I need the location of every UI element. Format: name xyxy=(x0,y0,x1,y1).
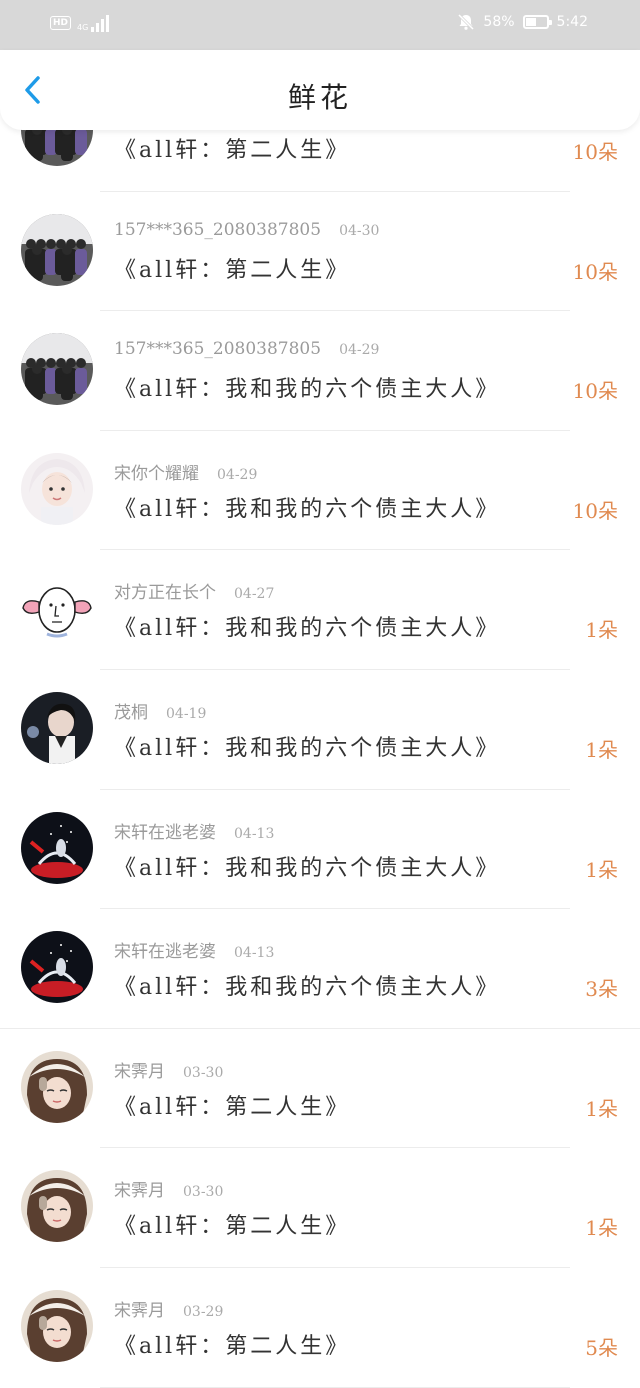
item-meta: 宋霁月 03-30 xyxy=(114,1057,223,1082)
list-item[interactable]: 茂桐 04-19 《all轩：我和我的六个债主大人》 1朵 xyxy=(0,670,640,790)
item-meta: 宋轩在逃老婆 04-13 xyxy=(114,937,274,962)
item-meta: 宋轩在逃老婆 04-13 xyxy=(114,818,274,843)
username: 茂桐 xyxy=(114,702,148,723)
gift-list: 《all轩：第二人生》 10朵 157***365_2080387805 04-30 《… xyxy=(0,72,640,1388)
clock: 5:42 xyxy=(556,14,588,30)
flower-count: 10朵 xyxy=(572,379,618,404)
avatar[interactable] xyxy=(21,1170,93,1243)
item-meta: 宋霁月 03-29 xyxy=(114,1296,223,1321)
item-meta: 宋霁月 03-30 xyxy=(114,1176,223,1201)
work-title[interactable]: 《all轩：第二人生》 xyxy=(114,1089,350,1121)
work-title[interactable]: 《all轩：第二人生》 xyxy=(114,132,350,164)
list-item[interactable]: 宋你个耀耀 04-29 《all轩：我和我的六个债主大人》 10朵 xyxy=(0,431,640,551)
list-item[interactable]: 宋霁月 03-30 《all轩：第二人生》 1朵 xyxy=(0,1148,640,1268)
list-item[interactable]: 宋霁月 03-29 《all轩：第二人生》 5朵 xyxy=(0,1268,640,1388)
flower-count: 1朵 xyxy=(585,857,618,882)
battery-fill xyxy=(525,18,537,26)
flower-count: 1朵 xyxy=(585,1096,618,1121)
flower-count: 10朵 xyxy=(572,259,618,284)
username: 宋霁月 xyxy=(114,1300,165,1321)
list-item[interactable]: 对方正在长个 04-27 《all轩：我和我的六个债主大人》 1朵 xyxy=(0,550,640,670)
date: 03-29 xyxy=(183,1303,224,1320)
work-title[interactable]: 《all轩：我和我的六个债主大人》 xyxy=(114,850,500,882)
bell-off-icon xyxy=(458,13,475,31)
username: 宋你个耀耀 xyxy=(114,463,199,484)
work-title[interactable]: 《all轩：第二人生》 xyxy=(114,1328,350,1360)
page-title: 鲜花 xyxy=(287,81,352,114)
list-item[interactable]: 宋轩在逃老婆 04-13 《all轩：我和我的六个债主大人》 3朵 xyxy=(0,909,640,1029)
username: 宋轩在逃老婆 xyxy=(114,822,216,843)
avatar[interactable] xyxy=(21,1289,93,1362)
list-item[interactable]: 157***365_2080387805 04-29 《all轩：我和我的六个债主大… xyxy=(0,311,640,431)
hd-icon: HD xyxy=(50,16,72,30)
item-meta: 对方正在长个 04-27 xyxy=(114,578,274,603)
item-meta: 宋你个耀耀 04-29 xyxy=(114,459,257,484)
avatar[interactable] xyxy=(21,1050,93,1123)
battery-percent: 58% xyxy=(483,14,515,30)
date: 04-13 xyxy=(234,945,275,962)
date: 04-19 xyxy=(166,705,207,722)
date: 04-29 xyxy=(217,466,258,483)
flower-count: 1朵 xyxy=(585,1216,618,1241)
flower-count: 3朵 xyxy=(585,977,618,1002)
work-title[interactable]: 《all轩：我和我的六个债主大人》 xyxy=(114,491,500,523)
status-right: 58% 5:42 xyxy=(457,13,588,31)
flower-count: 10朵 xyxy=(572,498,618,523)
username: 宋霁月 xyxy=(114,1061,165,1082)
avatar[interactable] xyxy=(21,213,93,286)
work-title[interactable]: 《all轩：第二人生》 xyxy=(114,252,350,284)
flower-count: 5朵 xyxy=(585,1335,618,1360)
date: 03-30 xyxy=(183,1184,224,1201)
flower-count: 10朵 xyxy=(572,140,618,164)
username: 对方正在长个 xyxy=(114,583,216,604)
battery-icon xyxy=(522,15,552,29)
username: 157***365_2080387805 xyxy=(114,219,322,240)
avatar[interactable] xyxy=(21,333,93,406)
header: 鲜花 xyxy=(0,50,640,130)
username: 宋霁月 xyxy=(114,1181,165,1202)
status-left: HD 4G xyxy=(50,14,110,32)
flower-count: 1朵 xyxy=(585,737,618,762)
avatar[interactable] xyxy=(21,811,93,884)
signal-icon xyxy=(91,14,110,32)
network-indicator: 4G xyxy=(77,14,110,32)
item-meta: 157***365_2080387805 04-30 xyxy=(114,220,379,240)
flower-count: 1朵 xyxy=(585,618,618,643)
date: 03-30 xyxy=(183,1064,224,1081)
list-item[interactable]: 宋轩在逃老婆 04-13 《all轩：我和我的六个债主大人》 1朵 xyxy=(0,790,640,910)
avatar[interactable] xyxy=(21,452,93,525)
work-title[interactable]: 《all轩：我和我的六个债主大人》 xyxy=(114,730,500,762)
avatar[interactable] xyxy=(21,572,93,645)
avatar[interactable] xyxy=(21,691,93,764)
username: 157***365_2080387805 xyxy=(114,339,322,360)
network-label: 4G xyxy=(77,23,89,32)
work-title[interactable]: 《all轩：我和我的六个债主大人》 xyxy=(114,969,500,1001)
work-title[interactable]: 《all轩：我和我的六个债主大人》 xyxy=(114,371,500,403)
item-meta: 157***365_2080387805 04-29 xyxy=(114,339,379,359)
date: 04-27 xyxy=(234,586,275,603)
date: 04-13 xyxy=(234,825,275,842)
date: 04-29 xyxy=(339,342,380,359)
date: 04-30 xyxy=(339,222,380,239)
work-title[interactable]: 《all轩：我和我的六个债主大人》 xyxy=(114,610,500,642)
list-item[interactable]: 157***365_2080387805 04-30 《all轩：第二人生》 10朵 xyxy=(0,192,640,312)
work-title[interactable]: 《all轩：第二人生》 xyxy=(114,1208,350,1240)
item-meta: 茂桐 04-19 xyxy=(114,698,206,723)
status-bar: HD 4G 58% 5:42 xyxy=(0,0,640,50)
list-item[interactable]: 宋霁月 03-30 《all轩：第二人生》 1朵 xyxy=(0,1029,640,1149)
username: 宋轩在逃老婆 xyxy=(114,942,216,963)
avatar[interactable] xyxy=(21,931,93,1004)
